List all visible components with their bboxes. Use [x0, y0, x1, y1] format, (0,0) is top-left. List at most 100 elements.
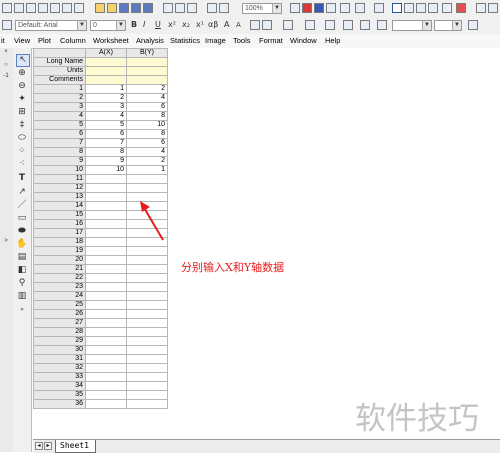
row-header[interactable]: 3: [33, 102, 86, 112]
new-layout-icon[interactable]: [62, 3, 72, 13]
new-matrix-icon[interactable]: [38, 3, 48, 13]
cell-b[interactable]: 10: [126, 120, 168, 130]
script-window-icon[interactable]: [314, 3, 324, 13]
row-header[interactable]: 13: [33, 192, 86, 202]
cell-b[interactable]: 8: [126, 111, 168, 121]
row-header[interactable]: 24: [33, 291, 86, 301]
arrow-style-icon[interactable]: [468, 20, 478, 30]
data-selector-icon[interactable]: ⬭: [16, 133, 28, 144]
row-header[interactable]: 32: [33, 363, 86, 373]
row-header[interactable]: 28: [33, 327, 86, 337]
save-window-icon[interactable]: [131, 3, 141, 13]
more-tools-icon[interactable]: »: [16, 304, 28, 315]
cell-a[interactable]: 2: [85, 93, 127, 103]
cell-a[interactable]: [85, 336, 127, 346]
region-select-icon[interactable]: ⁘: [16, 146, 28, 157]
matrix-icon[interactable]: [476, 3, 486, 13]
cell-a[interactable]: 5: [85, 120, 127, 130]
next-sheet-button[interactable]: ▸: [44, 442, 52, 450]
code-builder-icon[interactable]: [340, 3, 350, 13]
cell-b[interactable]: [126, 390, 168, 400]
cell-b[interactable]: [126, 291, 168, 301]
add-graph-icon[interactable]: ◧: [16, 265, 28, 276]
row-header[interactable]: 6: [33, 129, 86, 139]
row-header[interactable]: 36: [33, 399, 86, 409]
greek-button[interactable]: αβ: [208, 20, 218, 30]
cell-a[interactable]: 10: [85, 165, 127, 175]
open-template-icon[interactable]: [107, 3, 117, 13]
menu-window[interactable]: Window: [290, 34, 317, 48]
add-table-icon[interactable]: ▤: [16, 252, 28, 263]
cell-a[interactable]: [85, 273, 127, 283]
increase-font-button[interactable]: A: [224, 20, 229, 30]
save-template-icon[interactable]: [143, 3, 153, 13]
units-cell-a[interactable]: [85, 66, 127, 76]
cell-b[interactable]: 4: [126, 93, 168, 103]
row-header[interactable]: 17: [33, 228, 86, 238]
cell-a[interactable]: [85, 183, 127, 193]
menu-statistics[interactable]: Statistics: [170, 34, 200, 48]
rectangle-tool-icon[interactable]: ▭: [16, 213, 28, 224]
long-name-cell-a[interactable]: [85, 57, 127, 67]
cell-a[interactable]: [85, 399, 127, 409]
refresh-icon[interactable]: [219, 3, 229, 13]
import-wizard-icon[interactable]: [187, 3, 197, 13]
cell-a[interactable]: [85, 372, 127, 382]
italic-button[interactable]: I: [143, 20, 145, 30]
cell-a[interactable]: [85, 201, 127, 211]
row-header[interactable]: 21: [33, 264, 86, 274]
cell-b[interactable]: 2: [126, 156, 168, 166]
cell-a[interactable]: [85, 246, 127, 256]
supsub-button[interactable]: x¹: [196, 20, 204, 30]
cell-a[interactable]: [85, 210, 127, 220]
cell-a[interactable]: [85, 264, 127, 274]
new-worksheet-icon[interactable]: [14, 3, 24, 13]
long-name-cell-b[interactable]: [126, 57, 168, 67]
row-header[interactable]: 20: [33, 255, 86, 265]
row-header[interactable]: 18: [33, 237, 86, 247]
row-header[interactable]: 7: [33, 138, 86, 148]
row-header[interactable]: 25: [33, 300, 86, 310]
subscript-button[interactable]: x₂: [182, 20, 190, 30]
chevron-down-icon[interactable]: ▼: [452, 21, 461, 30]
cell-a[interactable]: [85, 219, 127, 229]
cell-a[interactable]: [85, 291, 127, 301]
row-header[interactable]: 2: [33, 93, 86, 103]
new-notes-icon[interactable]: [74, 3, 84, 13]
cell-a[interactable]: [85, 318, 127, 328]
cell-a[interactable]: [85, 354, 127, 364]
menu-plot[interactable]: Plot: [38, 34, 51, 48]
row-header[interactable]: 30: [33, 345, 86, 355]
menu-analysis[interactable]: Analysis: [136, 34, 164, 48]
cell-b[interactable]: [126, 183, 168, 193]
layout-icon[interactable]: [404, 3, 414, 13]
cell-a[interactable]: [85, 345, 127, 355]
data-reader-icon[interactable]: ⊞: [16, 107, 28, 118]
row-header[interactable]: 9: [33, 156, 86, 166]
menu-help[interactable]: Help: [325, 34, 340, 48]
cell-b[interactable]: [126, 354, 168, 364]
cell-a[interactable]: 9: [85, 156, 127, 166]
cell-a[interactable]: [85, 327, 127, 337]
cell-b[interactable]: 1: [126, 165, 168, 175]
cell-b[interactable]: [126, 345, 168, 355]
close-icon[interactable]: ×: [1, 48, 11, 57]
cell-a[interactable]: [85, 363, 127, 373]
cell-b[interactable]: [126, 246, 168, 256]
row-header[interactable]: 19: [33, 246, 86, 256]
cell-a[interactable]: [85, 255, 127, 265]
cell-b[interactable]: 2: [126, 84, 168, 94]
align-center-icon[interactable]: [262, 20, 272, 30]
more-tools-icon[interactable]: [442, 3, 452, 13]
pin-icon[interactable]: ○: [1, 61, 11, 70]
menu-column[interactable]: Column: [60, 34, 86, 48]
decrease-font-button[interactable]: A: [236, 20, 241, 30]
cell-b[interactable]: [126, 372, 168, 382]
column-header-a[interactable]: A(X): [85, 48, 127, 58]
mask-icon[interactable]: ⁖: [16, 159, 28, 170]
cell-a[interactable]: [85, 390, 127, 400]
cell-b[interactable]: 6: [126, 102, 168, 112]
cell-b[interactable]: [126, 309, 168, 319]
screen-reader-icon[interactable]: ✦: [16, 94, 28, 105]
sheet-tab[interactable]: Sheet1: [55, 440, 96, 453]
